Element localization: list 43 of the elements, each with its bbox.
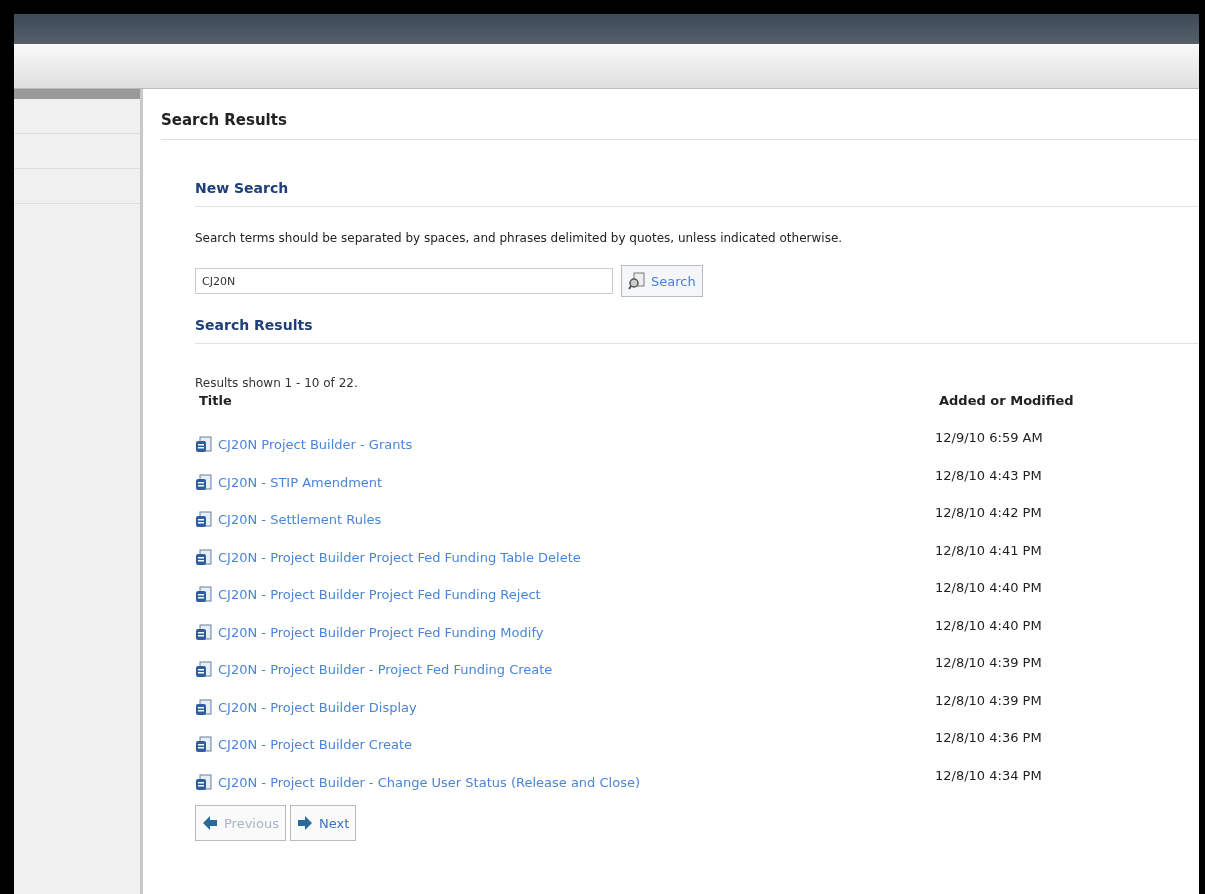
results-summary: Results shown 1 - 10 of 22.: [195, 376, 359, 390]
date-cell-text: 12/8/10 4:40 PM: [935, 616, 1043, 635]
result-link[interactable]: CJ20N - Project Builder Project Fed Funding Table Delete: [218, 549, 581, 565]
section-heading: New Search: [195, 140, 1199, 207]
right-arrow-icon: [296, 815, 313, 831]
date-cell-text: 12/9/10 6:59 AM: [935, 429, 1044, 447]
document-icon: [195, 436, 212, 454]
document-icon: [195, 473, 212, 491]
search-field[interactable]: CJ20N: [195, 268, 613, 294]
search-button[interactable]: Search: [621, 265, 703, 297]
result-link[interactable]: CJ20N - Settlement Rules: [218, 512, 382, 528]
left-arrow-icon: [202, 815, 218, 831]
document-icon: [195, 623, 212, 641]
date-cell-text: 12/8/10 4:39 PM: [935, 654, 1043, 672]
result-link[interactable]: CJ20N - STIP Amendment: [218, 474, 383, 490]
result-link[interactable]: CJ20N - Project Builder Create: [218, 737, 413, 753]
date-cell-text: 12/8/10 4:41 PM: [935, 541, 1043, 560]
date-cell-text: 12/8/10 4:40 PM: [935, 579, 1043, 597]
result-link[interactable]: CJ20N - Project Builder Project Fed Funding Modify: [218, 624, 544, 640]
instructions-text: Search terms should be separated by spaces, and phrases delimited by quotes, unless indicated otherwise.: [195, 231, 844, 245]
document-icon: [195, 586, 212, 604]
column-header: Added or Modified: [938, 392, 1075, 410]
result-link[interactable]: CJ20N - Project Builder - Project Fed Funding Create: [218, 662, 553, 678]
date-cell-text: 12/8/10 4:34 PM: [935, 766, 1043, 785]
result-link[interactable]: CJ20N - Project Builder Project Fed Funding Reject: [218, 587, 541, 603]
date-cell-text: 12/8/10 4:36 PM: [935, 729, 1043, 747]
date-cell-text: 12/8/10 4:39 PM: [935, 691, 1043, 710]
section-heading: Search Results: [195, 297, 1199, 344]
document-icon: [195, 698, 212, 716]
result-link[interactable]: CJ20N Project Builder - Grants: [218, 437, 413, 453]
page-title: Search Results: [161, 89, 1199, 140]
result-link[interactable]: CJ20N - Project Builder - Change User Status (Release and Close): [218, 774, 640, 790]
result-link[interactable]: CJ20N - Project Builder Display: [218, 699, 417, 715]
search-icon: [628, 272, 646, 290]
document-icon: [195, 736, 212, 754]
document-icon: [195, 511, 212, 529]
column-header: Title: [198, 392, 233, 410]
document-icon: [195, 661, 212, 679]
document-icon: [195, 548, 212, 566]
document-icon: [195, 773, 212, 791]
next-button[interactable]: Next: [289, 805, 357, 841]
date-cell-text: 12/8/10 4:43 PM: [935, 466, 1043, 485]
date-cell-text: 12/8/10 4:42 PM: [935, 504, 1043, 522]
